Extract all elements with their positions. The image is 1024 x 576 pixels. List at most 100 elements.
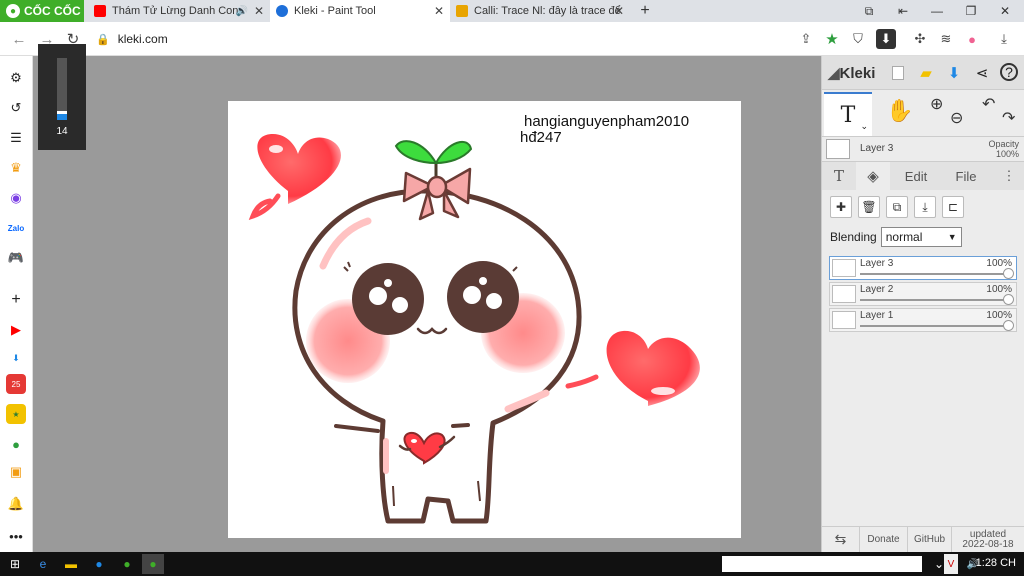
youtube-icon	[94, 5, 106, 17]
brush-size-value: 14	[56, 126, 68, 137]
close-window-button[interactable]: ✕	[988, 0, 1022, 22]
tab-search-icon[interactable]: ⧉	[852, 0, 886, 22]
settings-gear-icon[interactable]: ⚙	[6, 68, 26, 88]
add-layer-button[interactable]: ✚	[830, 196, 852, 218]
text-tool-button[interactable]: T ⌄	[824, 92, 872, 136]
minimize-button[interactable]: —	[920, 0, 954, 22]
brush-size-indicator	[57, 114, 67, 120]
messenger-icon[interactable]: ◉	[6, 188, 26, 208]
help-icon[interactable]: ?	[1000, 63, 1018, 81]
panel-footer: ⇆ Donate GitHub updated 2022-08-18	[822, 526, 1024, 553]
bookmark-star-icon[interactable]: ★	[822, 29, 842, 49]
brush-size-track[interactable]	[57, 58, 67, 120]
slider-knob[interactable]	[1003, 294, 1014, 305]
zalo-taskbar-icon[interactable]: ●	[88, 554, 110, 574]
chevron-down-icon[interactable]: ⌄	[860, 121, 868, 132]
tab-youtube[interactable]: Thám Tử Lừng Danh Con 🔊 ✕	[88, 0, 270, 22]
blending-row: Blending normal ▼	[830, 227, 962, 247]
tab-file[interactable]: File	[946, 162, 986, 190]
back-icon[interactable]: ←	[8, 28, 30, 50]
map-icon[interactable]: ●	[6, 434, 26, 454]
layer-row[interactable]: Layer 2 100%	[829, 282, 1017, 306]
zoom-in-icon[interactable]: ⊕	[930, 94, 943, 114]
pin-icon[interactable]: ⇤	[886, 0, 920, 22]
brush-size-slider[interactable]: 14	[38, 44, 86, 150]
layer-thumbnail	[832, 285, 856, 303]
blending-select[interactable]: normal ▼	[880, 227, 962, 247]
youtube-icon[interactable]: ▶	[6, 320, 26, 340]
v-app-icon[interactable]: V	[944, 554, 958, 574]
download-small-icon[interactable]: ⬇	[6, 348, 26, 368]
browser-brand[interactable]: ● CỐC CỐC	[0, 0, 84, 22]
share-icon[interactable]: ⇪	[796, 29, 816, 49]
zalo-icon[interactable]: Zalo	[6, 218, 26, 238]
layer-opacity-slider[interactable]	[860, 273, 1006, 275]
swap-side-icon[interactable]: ⇆	[822, 526, 860, 553]
tab-kleki[interactable]: Kleki - Paint Tool ✕	[270, 0, 450, 22]
new-file-icon[interactable]	[888, 63, 908, 83]
tab-title: Kleki - Paint Tool	[294, 5, 376, 17]
close-icon[interactable]: ✕	[434, 4, 444, 18]
rename-layer-icon[interactable]: ⊏	[942, 196, 964, 218]
merge-down-icon[interactable]: ⤓	[914, 196, 936, 218]
file-explorer-icon[interactable]: ▬	[60, 554, 82, 574]
save-download-icon[interactable]: ⬇	[944, 63, 964, 83]
kleki-panel: ◢Kleki ▰ ⬇ ⋖ ? T ⌄ ✋ ⊕ ⊖ ↶ ↷ Layer 3 Opac…	[821, 56, 1024, 553]
crown-icon[interactable]: ♛	[6, 158, 26, 178]
undo-icon[interactable]: ↶	[982, 94, 995, 114]
layer-actions: ✚ 🗑 ⧉ ⤓ ⊏	[830, 196, 964, 220]
windows-start-icon[interactable]: ⊞	[4, 554, 26, 574]
layer-opacity-slider[interactable]	[860, 299, 1006, 301]
translate-icon[interactable]: ≋	[936, 29, 956, 49]
edge-icon[interactable]: e	[32, 554, 54, 574]
add-icon[interactable]: +	[6, 290, 26, 310]
speaker-icon[interactable]: 🔊	[236, 6, 248, 17]
donate-link[interactable]: Donate	[860, 526, 908, 553]
gamepad-icon[interactable]: 🎮	[6, 248, 26, 268]
more-options-icon[interactable]: ⋮	[998, 162, 1020, 190]
opacity-value: 100%	[995, 149, 1019, 159]
new-tab-button[interactable]: +	[628, 0, 662, 22]
layer-row[interactable]: Layer 1 100%	[829, 308, 1017, 332]
close-icon[interactable]: ✕	[614, 4, 624, 18]
taskbar-search-input[interactable]	[722, 556, 922, 572]
list-icon[interactable]: ☰	[6, 128, 26, 148]
downloads-icon[interactable]: ⤓	[994, 29, 1014, 49]
layer-row[interactable]: Layer 3 100%	[829, 256, 1017, 280]
redo-icon[interactable]: ↷	[1002, 108, 1015, 128]
profile-pig-icon[interactable]: ●	[962, 29, 982, 49]
shield-icon[interactable]: ⛉	[848, 29, 868, 49]
slider-knob[interactable]	[1003, 268, 1014, 279]
drawing-canvas[interactable]	[228, 101, 741, 538]
github-link[interactable]: GitHub	[908, 526, 952, 553]
layer-opacity-slider[interactable]	[860, 325, 1006, 327]
close-icon[interactable]: ✕	[254, 4, 264, 18]
maximize-button[interactable]: ❐	[954, 0, 988, 22]
slider-knob[interactable]	[1003, 320, 1014, 331]
kleki-favicon-icon	[276, 5, 288, 17]
tab-calli[interactable]: Calli: Trace Nl: đây là trace để ✕	[450, 0, 630, 22]
open-folder-icon[interactable]: ▰	[916, 63, 936, 83]
tab-layers[interactable]: ◈	[856, 162, 890, 190]
hand-tool-icon[interactable]: ✋	[886, 98, 913, 124]
url-field[interactable]: 🔒 kleki.com	[96, 28, 168, 50]
zoom-out-icon[interactable]: ⊖	[950, 108, 963, 128]
tab-text-settings[interactable]: T	[822, 162, 856, 190]
updated-info: updated 2022-08-18	[952, 527, 1024, 553]
extensions-icon[interactable]: ✣	[910, 29, 930, 49]
history-icon[interactable]: ↺	[6, 98, 26, 118]
shop-icon[interactable]: ▣	[6, 462, 26, 482]
calendar-icon[interactable]: 25	[6, 374, 26, 394]
duplicate-layer-icon[interactable]: ⧉	[886, 196, 908, 218]
more-icon[interactable]: •••	[6, 526, 26, 546]
share-icon[interactable]: ⋖	[972, 63, 992, 83]
delete-layer-icon[interactable]: 🗑	[858, 196, 880, 218]
taskbar-clock: 1:28 CH	[975, 557, 1016, 569]
bell-icon[interactable]: 🔔	[6, 494, 26, 514]
coccoc-taskbar-icon[interactable]: ●	[142, 554, 164, 574]
green-app-icon[interactable]: ●	[116, 554, 138, 574]
download-page-icon[interactable]: ⬇	[876, 29, 896, 49]
tab-edit[interactable]: Edit	[896, 162, 936, 190]
game-app-icon[interactable]: ★	[6, 404, 26, 424]
right-eye	[447, 261, 519, 333]
